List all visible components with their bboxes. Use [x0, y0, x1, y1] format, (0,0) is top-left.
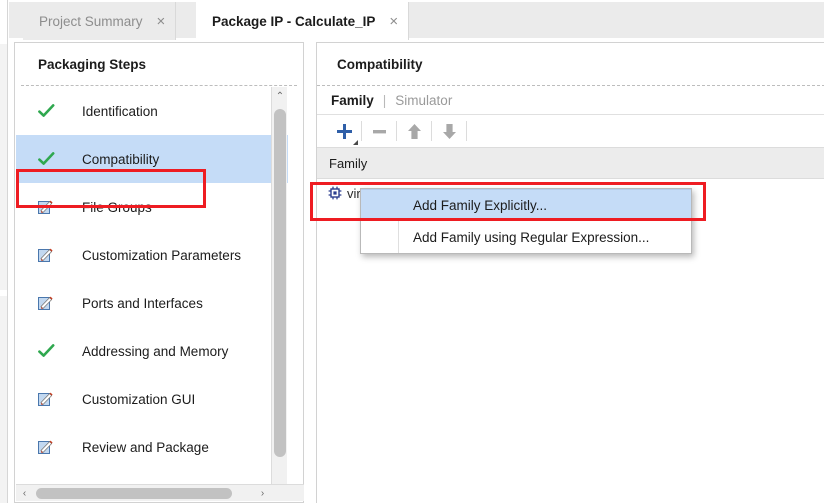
- scroll-left-icon[interactable]: ‹: [16, 485, 33, 501]
- arrow-down-icon: [442, 123, 456, 139]
- sidebar-item-ports-and-interfaces[interactable]: Ports and Interfaces: [16, 279, 288, 327]
- move-up-button[interactable]: [397, 116, 431, 146]
- sidebar-item-label: File Groups: [82, 199, 152, 215]
- adjacent-panel-edge-lower: [0, 296, 7, 503]
- packaging-steps-title: Packaging Steps: [38, 56, 147, 72]
- edit-page-icon: [38, 200, 64, 215]
- steps-horizontal-scrollbar[interactable]: ‹ ›: [16, 484, 304, 501]
- minus-icon: [372, 129, 386, 133]
- sidebar-item-label: Compatibility: [82, 151, 160, 167]
- adjacent-panel-edge: [0, 0, 8, 503]
- compatibility-subtabs: Family | Simulator: [317, 86, 824, 114]
- sidebar-item-addressing-and-memory[interactable]: Addressing and Memory: [16, 327, 288, 375]
- scrollbar-corner: [272, 485, 304, 501]
- sidebar-item-customization-parameters[interactable]: Customization Parameters: [16, 231, 288, 279]
- close-icon[interactable]: ×: [157, 14, 166, 29]
- close-icon[interactable]: ×: [389, 14, 398, 29]
- scrollbar-thumb[interactable]: [274, 109, 286, 457]
- sidebar-item-compatibility[interactable]: Compatibility: [16, 135, 288, 183]
- arrow-up-icon: [407, 123, 421, 139]
- sidebar-item-identification[interactable]: Identification: [16, 87, 288, 135]
- tab-package-ip[interactable]: Package IP - Calculate_IP ×: [196, 2, 410, 40]
- compatibility-panel: Compatibility Family | Simulator Family: [316, 42, 824, 503]
- toolbar-separator: [466, 121, 467, 141]
- sidebar-item-review-and-package[interactable]: Review and Package: [16, 423, 288, 471]
- add-family-context-menu[interactable]: Add Family Explicitly... Add Family usin…: [360, 188, 692, 254]
- scroll-up-icon[interactable]: ⌃: [272, 87, 288, 105]
- chip-icon: [328, 186, 342, 200]
- menu-item-add-family-explicitly[interactable]: Add Family Explicitly...: [361, 189, 691, 221]
- tab-strip: Project Summary × Package IP - Calculate…: [9, 0, 824, 40]
- sidebar-item-label: Ports and Interfaces: [82, 295, 203, 311]
- move-down-button[interactable]: [432, 116, 466, 146]
- scroll-right-icon[interactable]: ›: [254, 485, 271, 501]
- panel-divider: [21, 85, 297, 86]
- sidebar-item-label: Addressing and Memory: [82, 343, 229, 359]
- sidebar-item-customization-gui[interactable]: Customization GUI: [16, 375, 288, 423]
- package-ip-window: Project Summary × Package IP - Calculate…: [0, 0, 824, 503]
- tab-simulator[interactable]: Simulator: [395, 93, 452, 108]
- family-toolbar: [317, 115, 824, 147]
- sidebar-item-label: Review and Package: [82, 439, 209, 455]
- tab-project-summary-label: Project Summary: [39, 13, 143, 29]
- check-icon: [38, 343, 64, 359]
- tab-package-ip-label: Package IP - Calculate_IP: [212, 13, 376, 29]
- family-table-header: Family: [317, 147, 824, 179]
- tab-project-summary[interactable]: Project Summary ×: [23, 2, 177, 40]
- sidebar-item-label: Customization GUI: [82, 391, 196, 407]
- column-header-family[interactable]: Family: [329, 156, 367, 171]
- plus-icon: [336, 123, 352, 139]
- menu-item-add-family-using-regular-expression[interactable]: Add Family using Regular Expression...: [361, 221, 691, 253]
- sidebar-item-label: Customization Parameters: [82, 247, 242, 263]
- packaging-steps-list[interactable]: Identification Compatibility File Groups…: [16, 87, 288, 495]
- remove-family-button[interactable]: [362, 116, 396, 146]
- sidebar-item-label: Identification: [82, 103, 158, 119]
- compatibility-title: Compatibility: [337, 56, 423, 72]
- subtab-separator: |: [382, 92, 387, 108]
- sidebar-item-file-groups[interactable]: File Groups: [16, 183, 288, 231]
- tab-family[interactable]: Family: [331, 93, 374, 108]
- edit-page-icon: [38, 392, 64, 407]
- packaging-steps-panel: Packaging Steps Identification Compatibi…: [14, 42, 304, 503]
- chevron-down-icon[interactable]: [353, 140, 358, 145]
- add-family-button[interactable]: [327, 116, 361, 146]
- steps-vertical-scrollbar[interactable]: ⌃ ⌄: [271, 87, 287, 495]
- edit-page-icon: [38, 296, 64, 311]
- scrollbar-thumb[interactable]: [36, 488, 232, 499]
- adjacent-panel-edge-upper: [0, 44, 7, 290]
- check-icon: [38, 151, 64, 167]
- edit-page-icon: [38, 248, 64, 263]
- edit-page-icon: [38, 440, 64, 455]
- check-icon: [38, 103, 64, 119]
